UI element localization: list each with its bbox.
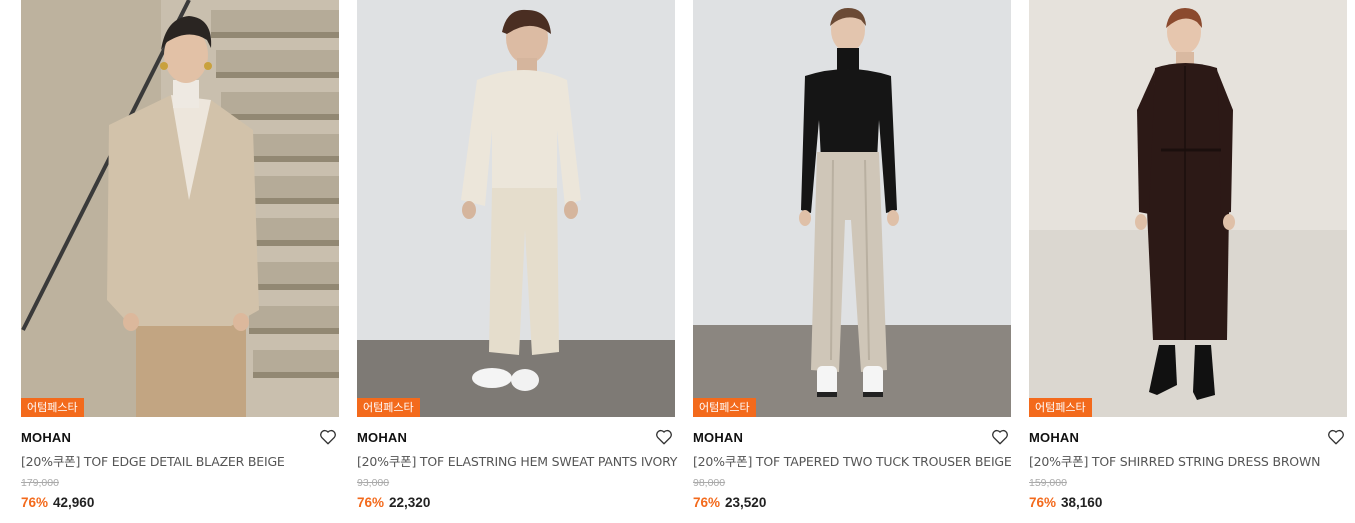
promo-badge: 어텀페스타	[357, 398, 420, 417]
brand-name[interactable]: MOHAN	[1029, 430, 1347, 446]
sale-price: 23,520	[725, 495, 767, 510]
original-price: 179,000	[21, 477, 59, 489]
original-price: 159,000	[1029, 477, 1067, 489]
product-image[interactable]: 어텀페스타	[1029, 0, 1347, 417]
promo-badge: 어텀페스타	[21, 398, 84, 417]
sale-price: 22,320	[389, 495, 431, 510]
discount-rate: 76%	[693, 495, 721, 510]
price-row: 76% 38,160	[1029, 494, 1347, 511]
product-card[interactable]: 어텀페스타 MOHAN [20%쿠폰] TOF TAPERED TWO TUCK…	[693, 0, 1012, 511]
product-photo-dress	[1029, 0, 1347, 417]
product-name[interactable]: [20%쿠폰] TOF TAPERED TWO TUCK TROUSER BEI…	[693, 454, 1012, 470]
heart-outline-icon[interactable]	[991, 428, 1009, 446]
product-image[interactable]: 어텀페스타	[693, 0, 1011, 417]
price-row: 76% 42,960	[21, 494, 339, 511]
brand-name[interactable]: MOHAN	[693, 430, 1011, 446]
discount-rate: 76%	[21, 495, 49, 510]
product-photo-trousers	[693, 0, 1011, 417]
original-price: 98,000	[693, 477, 726, 489]
heart-outline-icon[interactable]	[319, 428, 337, 446]
price-row: 76% 22,320	[357, 494, 675, 511]
product-meta: MOHAN [20%쿠폰] TOF ELASTRING HEM SWEAT PA…	[357, 417, 677, 511]
heart-outline-icon[interactable]	[1327, 428, 1345, 446]
product-meta: MOHAN [20%쿠폰] TOF TAPERED TWO TUCK TROUS…	[693, 417, 1012, 511]
brand-name[interactable]: MOHAN	[357, 430, 675, 446]
sale-price: 42,960	[53, 495, 95, 510]
sale-price: 38,160	[1061, 495, 1103, 510]
original-price: 93,000	[357, 477, 390, 489]
product-card[interactable]: 어텀페스타 MOHAN [20%쿠폰] TOF ELASTRING HEM SW…	[357, 0, 677, 511]
product-image[interactable]: 어텀페스타	[357, 0, 675, 417]
price-row: 76% 23,520	[693, 494, 1011, 511]
promo-badge: 어텀페스타	[1029, 398, 1092, 417]
product-photo-blazer	[21, 0, 339, 417]
product-card[interactable]: 어텀페스타 MOHAN [20%쿠폰] TOF SHIRRED STRING D…	[1029, 0, 1347, 511]
product-name[interactable]: [20%쿠폰] TOF SHIRRED STRING DRESS BROWN	[1029, 454, 1347, 470]
discount-rate: 76%	[357, 495, 385, 510]
discount-rate: 76%	[1029, 495, 1057, 510]
heart-outline-icon[interactable]	[655, 428, 673, 446]
product-grid: 어텀페스타 MOHAN [20%쿠폰] TOF EDGE DETAIL BLAZ…	[21, 0, 1347, 511]
product-meta: MOHAN [20%쿠폰] TOF SHIRRED STRING DRESS B…	[1029, 417, 1347, 511]
product-name[interactable]: [20%쿠폰] TOF ELASTRING HEM SWEAT PANTS IV…	[357, 454, 677, 470]
product-card[interactable]: 어텀페스타 MOHAN [20%쿠폰] TOF EDGE DETAIL BLAZ…	[21, 0, 339, 511]
brand-name[interactable]: MOHAN	[21, 430, 339, 446]
product-photo-sweatpants	[357, 0, 675, 417]
product-image[interactable]: 어텀페스타	[21, 0, 339, 417]
product-meta: MOHAN [20%쿠폰] TOF EDGE DETAIL BLAZER BEI…	[21, 417, 339, 511]
product-name[interactable]: [20%쿠폰] TOF EDGE DETAIL BLAZER BEIGE	[21, 454, 339, 470]
promo-badge: 어텀페스타	[693, 398, 756, 417]
